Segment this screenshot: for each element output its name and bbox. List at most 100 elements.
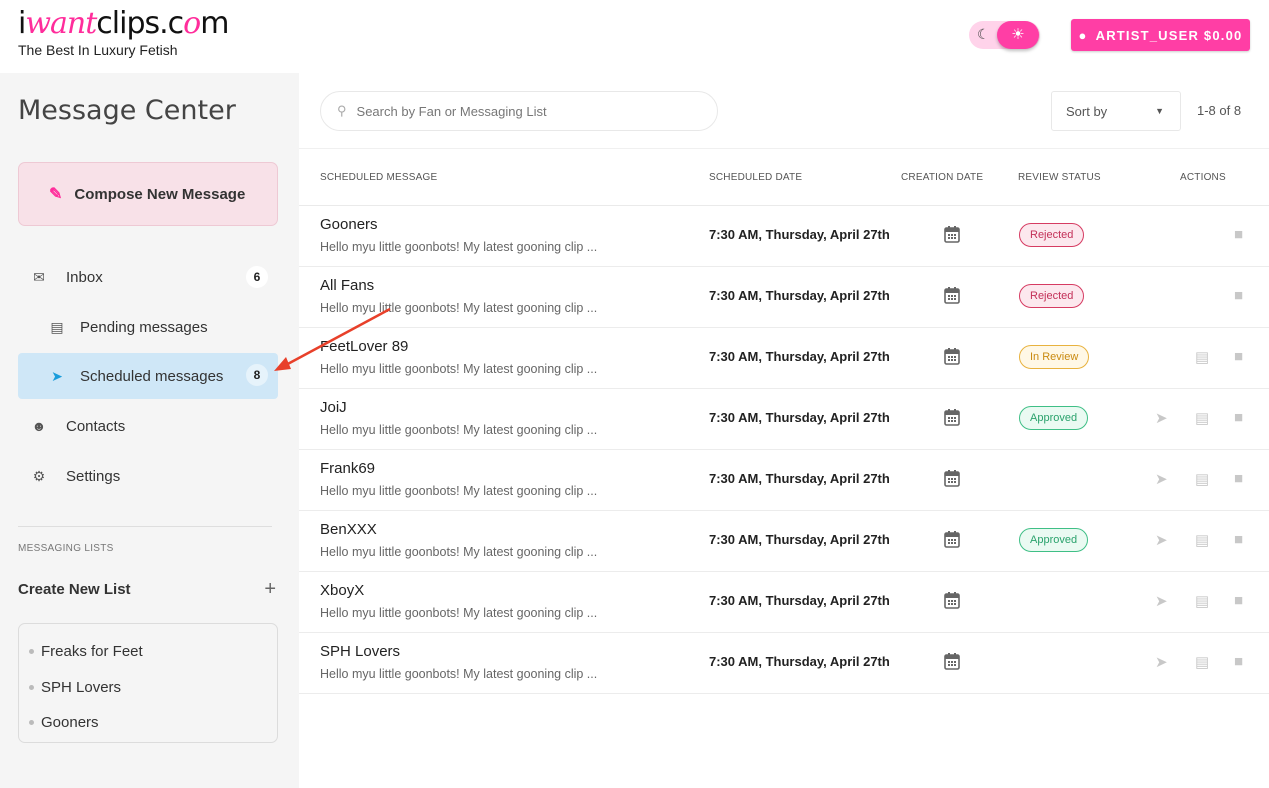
account-button[interactable]: ● ARTIST_USER $0.00	[1071, 19, 1250, 51]
list-item[interactable]: Gooners	[29, 705, 277, 741]
inbox-count-badge: 6	[246, 266, 268, 288]
calendar-icon[interactable]	[944, 347, 960, 365]
calendar-icon[interactable]	[944, 530, 960, 548]
logo-part: m	[200, 6, 229, 41]
send-now-icon[interactable]: ➤	[1155, 470, 1168, 488]
message-preview: Hello myu little goonbots! My latest goo…	[320, 484, 598, 498]
table-row[interactable]: JoiJ Hello myu little goonbots! My latest…	[299, 389, 1269, 450]
recipient-name[interactable]: All Fans	[320, 277, 374, 294]
recipient-name[interactable]: Frank69	[320, 460, 375, 477]
search-input[interactable]: ⚲ Search by Fan or Messaging List	[320, 91, 718, 131]
trash-icon[interactable]: ■	[1234, 531, 1243, 548]
calendar-icon[interactable]	[944, 652, 960, 670]
column-header-creation-date[interactable]: CREATION DATE	[901, 172, 983, 183]
sidebar-item-label: Scheduled messages	[80, 367, 224, 385]
create-list-button[interactable]: Create New List +	[18, 579, 276, 599]
sidebar-item-inbox[interactable]: ✉ Inbox 6	[18, 255, 278, 299]
table-row[interactable]: Gooners Hello myu little goonbots! My lat…	[299, 206, 1269, 267]
sidebar-item-label: Settings	[66, 467, 121, 485]
table-row[interactable]: FeetLover 89 Hello myu little goonbots! M…	[299, 328, 1269, 389]
recipient-name[interactable]: SPH Lovers	[320, 643, 400, 660]
calendar-icon[interactable]	[944, 408, 960, 426]
reschedule-icon[interactable]: ▤	[1195, 653, 1209, 671]
logo-accent: o	[183, 6, 201, 41]
pending-list-icon: ▤	[50, 318, 64, 335]
column-header-scheduled-date[interactable]: SCHEDULED DATE	[709, 172, 802, 183]
sidebar-item-label: Inbox	[66, 268, 103, 286]
table-header: SCHEDULED MESSAGE SCHEDULED DATE CREATIO…	[299, 148, 1269, 206]
sidebar-divider	[18, 526, 272, 527]
recipient-name[interactable]: Gooners	[320, 216, 378, 233]
trash-icon[interactable]: ■	[1234, 409, 1243, 426]
theme-toggle[interactable]: ☾ ☀	[969, 21, 1040, 49]
trash-icon[interactable]: ■	[1234, 653, 1243, 670]
envelope-icon: ✉	[33, 268, 45, 285]
calendar-icon[interactable]	[944, 591, 960, 609]
calendar-icon[interactable]	[944, 286, 960, 304]
table-row[interactable]: All Fans Hello myu little goonbots! My la…	[299, 267, 1269, 328]
status-badge: Approved	[1019, 406, 1089, 430]
scheduled-date: 7:30 AM, Thursday, April 27th	[709, 410, 890, 425]
scheduled-send-icon: ➤	[51, 367, 63, 384]
reschedule-icon[interactable]: ▤	[1195, 531, 1209, 549]
message-preview: Hello myu little goonbots! My latest goo…	[320, 240, 598, 254]
account-label: ARTIST_USER $0.00	[1095, 27, 1243, 43]
sidebar-item-pending-messages[interactable]: ▤ Pending messages	[18, 305, 278, 349]
contacts-icon: ☻	[31, 418, 47, 434]
column-header-review-status[interactable]: REVIEW STATUS	[1018, 172, 1101, 183]
send-now-icon[interactable]: ➤	[1155, 653, 1168, 671]
site-logo[interactable]: iwantclips.com	[18, 6, 229, 41]
message-preview: Hello myu little goonbots! My latest goo…	[320, 362, 598, 376]
recipient-name[interactable]: BenXXX	[320, 521, 377, 538]
sidebar-item-scheduled-messages[interactable]: ➤ Scheduled messages 8	[18, 353, 278, 399]
table-row[interactable]: XboyX Hello myu little goonbots! My lates…	[299, 572, 1269, 633]
table-row[interactable]: BenXXX Hello myu little goonbots! My late…	[299, 511, 1269, 572]
sort-dropdown[interactable]: Sort by ▼	[1051, 91, 1181, 131]
scheduled-date: 7:30 AM, Thursday, April 27th	[709, 532, 890, 547]
send-now-icon[interactable]: ➤	[1155, 409, 1168, 427]
pencil-icon: ✎	[49, 186, 63, 203]
scheduled-date: 7:30 AM, Thursday, April 27th	[709, 227, 890, 242]
sidebar-item-contacts[interactable]: ☻ Contacts	[18, 404, 278, 448]
list-item-label: Gooners	[41, 714, 99, 732]
status-badge: In Review	[1019, 345, 1090, 369]
trash-icon[interactable]: ■	[1234, 470, 1243, 487]
sidebar-item-label: Contacts	[66, 417, 126, 435]
reschedule-icon[interactable]: ▤	[1195, 348, 1209, 366]
reschedule-icon[interactable]: ▤	[1195, 470, 1209, 488]
pagination-count: 1-8 of 8	[1197, 103, 1242, 118]
send-now-icon[interactable]: ➤	[1155, 592, 1168, 610]
recipient-name[interactable]: JoiJ	[320, 399, 347, 416]
reschedule-icon[interactable]: ▤	[1195, 592, 1209, 610]
calendar-icon[interactable]	[944, 469, 960, 487]
sun-icon[interactable]: ☀	[997, 21, 1039, 49]
status-badge: Rejected	[1019, 284, 1085, 308]
message-preview: Hello myu little goonbots! My latest goo…	[320, 301, 598, 315]
logo-part: clips.c	[96, 6, 184, 41]
table-row[interactable]: Frank69 Hello myu little goonbots! My lat…	[299, 450, 1269, 511]
send-now-icon[interactable]: ➤	[1155, 531, 1168, 549]
trash-icon[interactable]: ■	[1234, 226, 1243, 243]
list-item[interactable]: Freaks for Feet	[29, 634, 277, 670]
reschedule-icon[interactable]: ▤	[1195, 409, 1209, 427]
recipient-name[interactable]: XboyX	[320, 582, 364, 599]
trash-icon[interactable]: ■	[1234, 592, 1243, 609]
trash-icon[interactable]: ■	[1234, 287, 1243, 304]
messaging-lists-heading: MESSAGING LISTS	[18, 543, 114, 554]
recipient-name[interactable]: FeetLover 89	[320, 338, 408, 355]
sidebar-item-settings[interactable]: ⚙ Settings	[18, 454, 278, 498]
compose-message-button[interactable]: ✎ Compose New Message	[18, 162, 278, 226]
sidebar-item-label: Pending messages	[80, 318, 208, 336]
calendar-icon[interactable]	[944, 225, 960, 243]
list-item[interactable]: SPH Lovers	[29, 670, 277, 706]
scheduled-date: 7:30 AM, Thursday, April 27th	[709, 471, 890, 486]
scheduled-date: 7:30 AM, Thursday, April 27th	[709, 288, 890, 303]
trash-icon[interactable]: ■	[1234, 348, 1243, 365]
user-icon: ●	[1078, 27, 1088, 43]
table-row[interactable]: SPH Lovers Hello myu little goonbots! My …	[299, 633, 1269, 694]
list-item-label: SPH Lovers	[41, 678, 122, 696]
column-header-actions: ACTIONS	[1180, 172, 1226, 183]
column-header-message[interactable]: SCHEDULED MESSAGE	[320, 172, 437, 183]
plus-icon[interactable]: +	[264, 579, 276, 599]
search-placeholder: Search by Fan or Messaging List	[356, 103, 547, 119]
